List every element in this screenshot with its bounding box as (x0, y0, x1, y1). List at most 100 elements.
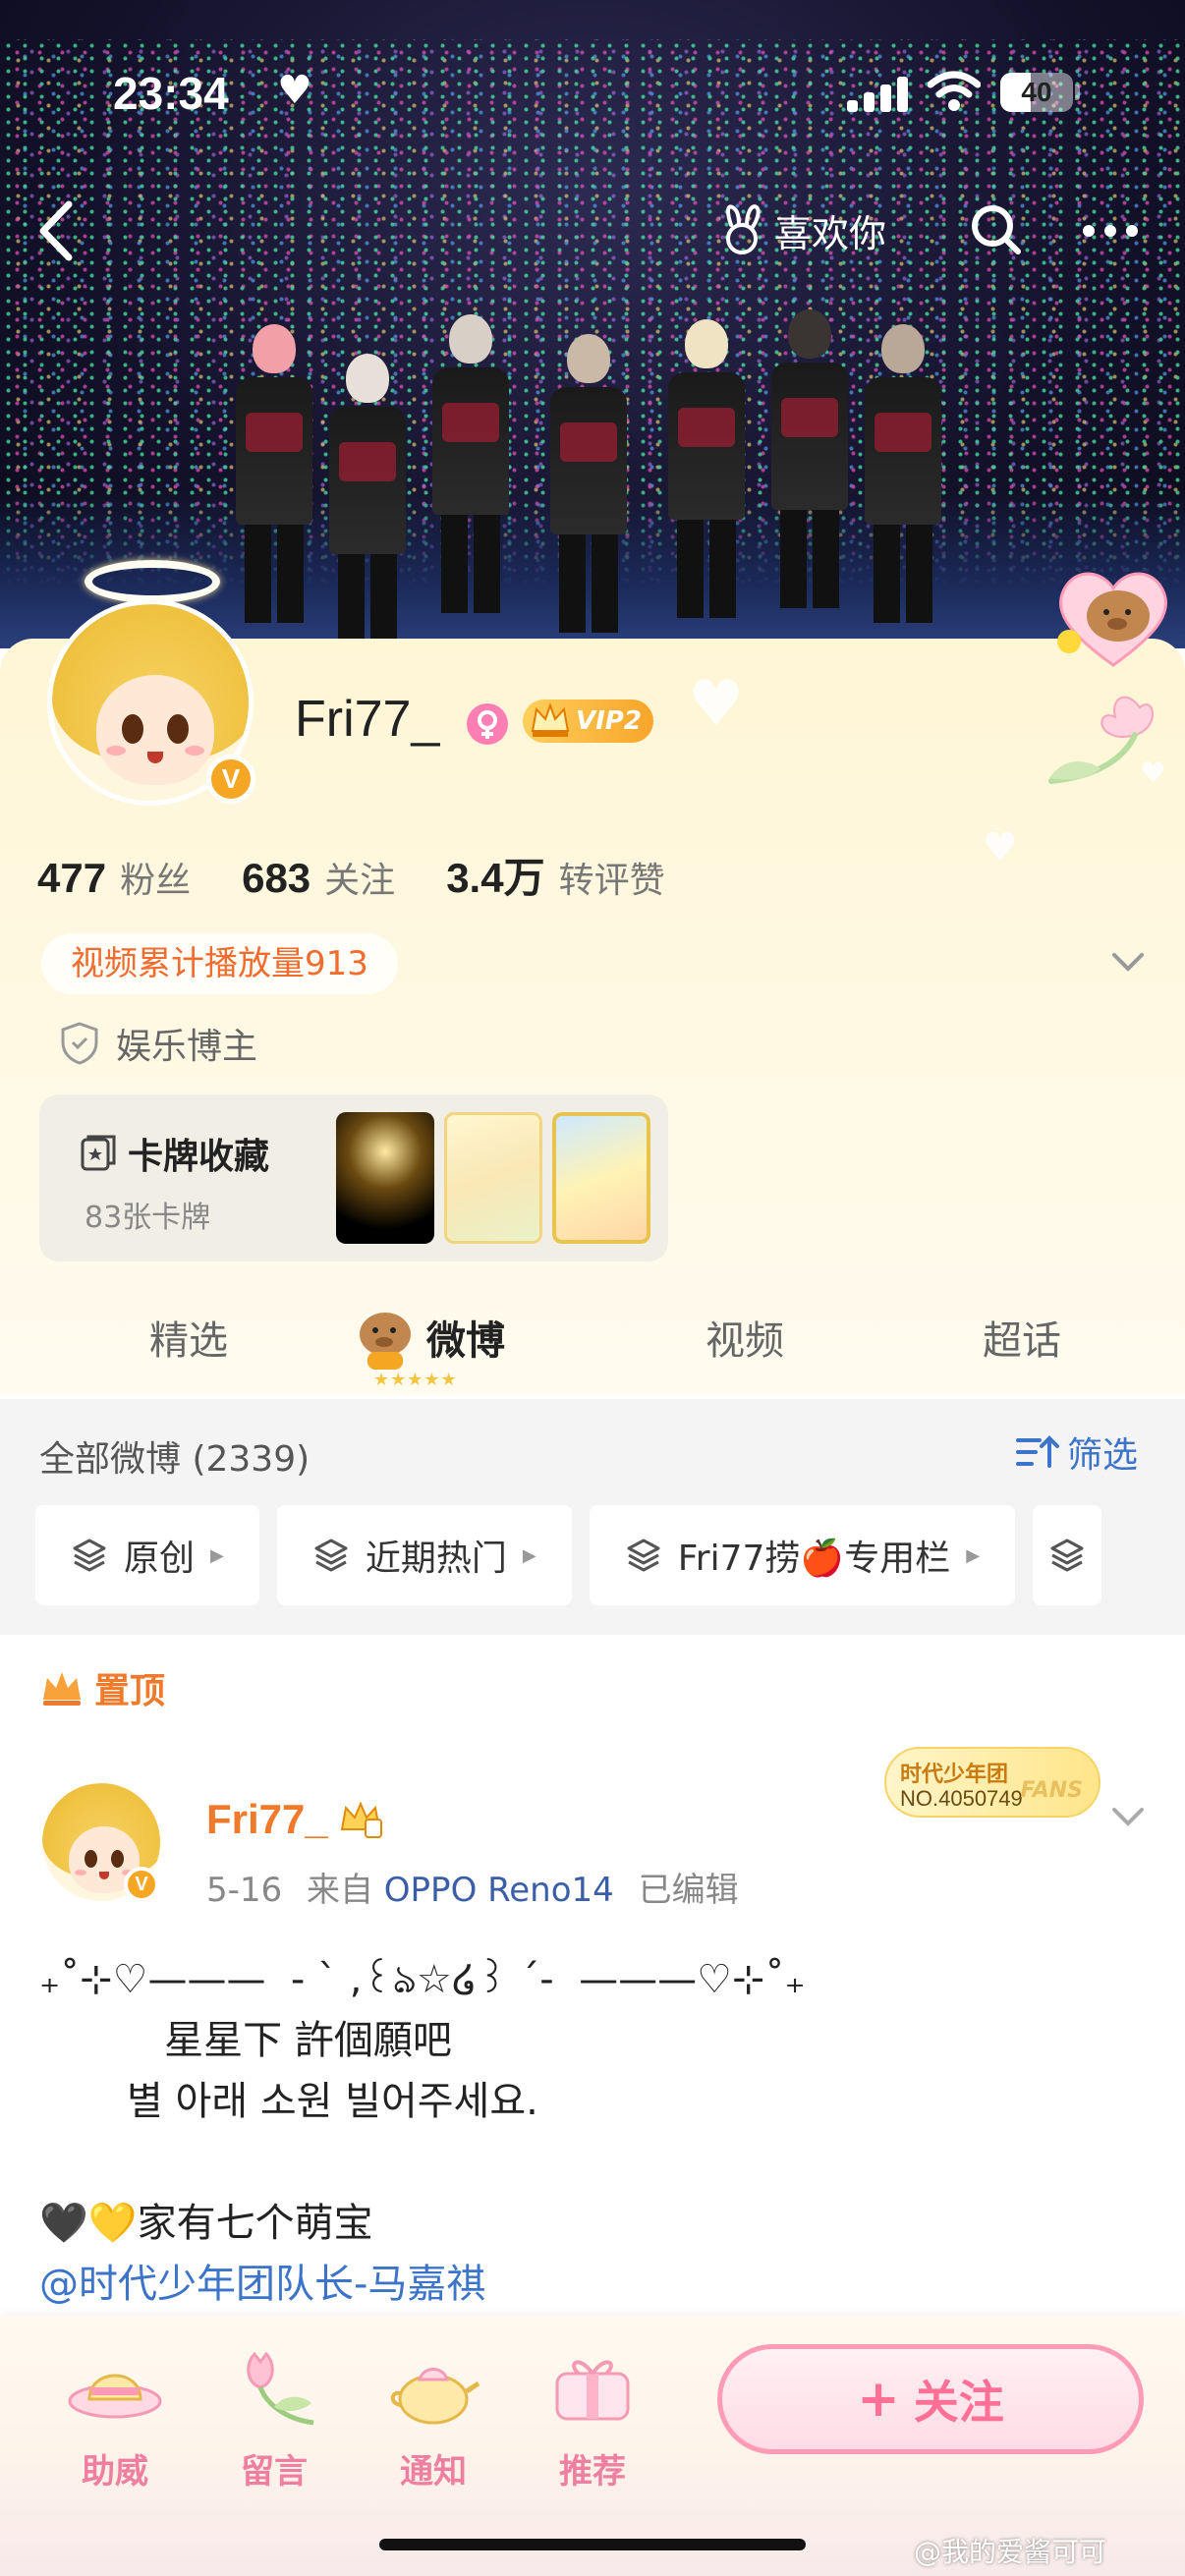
chip-label: 原创 (124, 1539, 196, 1579)
heart-icon: ♥ (277, 68, 312, 113)
back-icon[interactable] (29, 196, 85, 265)
tulip-decoration-icon (1048, 696, 1155, 784)
post-line: 🖤💛家有七个萌宝 (39, 2201, 373, 2246)
card-thumbnail[interactable] (444, 1112, 542, 1244)
video-play-count[interactable]: 视频累计播放量913 (41, 933, 398, 994)
post-device[interactable]: OPPO Reno14 (384, 1871, 614, 1910)
like-you-label: 喜欢你 (774, 211, 887, 255)
female-gender-icon (467, 703, 508, 745)
chevron-down-icon[interactable] (1108, 947, 1148, 977)
feed-title: 全部微博 (2339) (39, 1439, 310, 1480)
post-line (39, 2132, 1150, 2193)
post-line: 별 아래 소원 빌어주세요. (39, 2079, 538, 2124)
caret-right-icon: ▶ (210, 1544, 224, 1566)
chip-custom-column[interactable]: Fri77捞🍎专用栏 ▶ (589, 1505, 1016, 1605)
recommend-button[interactable]: 推荐 (529, 2344, 656, 2492)
star-underline: ★★★★★ (373, 1370, 458, 1390)
member-figure (668, 319, 745, 648)
verified-badge-icon: V (206, 755, 255, 804)
battery-level: 40 (1021, 77, 1052, 107)
bunny-icon (726, 204, 761, 254)
tab-featured[interactable]: 精选 (149, 1309, 228, 1366)
cards-count: 83张卡牌 (85, 1201, 211, 1235)
vip-crown-icon (340, 1801, 382, 1838)
filter-button[interactable]: 筛选 (1016, 1427, 1138, 1478)
caret-right-icon: ▶ (522, 1544, 536, 1566)
fans-badge[interactable]: 时代少年团 NO.4050749 FANS (884, 1747, 1100, 1818)
battery-icon: 40 (1000, 73, 1073, 112)
post-meta: 5-16 来自 OPPO Reno14 已编辑 (206, 1863, 739, 1911)
role-label: 娱乐博主 (116, 1027, 258, 1067)
profile-username: Fri77_ (295, 691, 440, 748)
decor-heart: ♥ (688, 668, 745, 741)
post-source-label: 来自 (306, 1871, 373, 1910)
profile-avatar[interactable]: V (28, 550, 273, 815)
teapot-icon (390, 2368, 480, 2425)
cheer-button[interactable]: 助威 (51, 2344, 179, 2492)
chip-label: 近期热门 (365, 1539, 507, 1579)
member-figure (432, 314, 509, 648)
cheer-label: 助威 (82, 2452, 148, 2492)
status-bar: 23:34 ♥ 40 (0, 0, 1185, 187)
message-button[interactable]: 留言 (210, 2344, 338, 2492)
card-thumbnail[interactable] (336, 1112, 434, 1244)
stat-interactions[interactable]: 3.4万 转评赞 (446, 845, 664, 905)
follow-button[interactable]: + 关注 (717, 2344, 1144, 2454)
profile-stats: 477 粉丝 683 关注 3.4万 转评赞 (37, 845, 716, 905)
post-line: ₊˚⊹♡——— - ` ,꒰ঌ☆໒꒱ ´- ———♡⊹˚₊ (39, 1957, 806, 2002)
feed-header: 全部微博 (2339) 筛选 原创 ▶ 近期热门 ▶ Fri77捞🍎专用栏 ▶ (0, 1399, 1185, 1635)
pinned-text: 置顶 (94, 1671, 166, 1711)
card-thumbnail[interactable] (552, 1112, 650, 1244)
post-mention[interactable]: @时代少年团队长-马嘉祺 (39, 2254, 1150, 2315)
recommend-label: 推荐 (559, 2452, 626, 2492)
card-collection[interactable]: 卡牌收藏 83张卡牌 (39, 1094, 668, 1261)
signal-icon (847, 77, 908, 112)
wifi-icon (928, 71, 981, 111)
pinned-label: 置顶 (39, 1662, 165, 1713)
verified-badge-icon: V (124, 1867, 159, 1902)
tab-video[interactable]: 视频 (705, 1309, 784, 1366)
profile-tabs: 精选 微博 ★★★★★ 视频 超话 (0, 1287, 1185, 1395)
chip-recent-hot[interactable]: 近期热门 ▶ (276, 1505, 572, 1605)
member-figure (865, 324, 941, 648)
capybara-icon (360, 1313, 411, 1370)
crown-icon (531, 702, 570, 737)
fans-label: FANS (1020, 1778, 1083, 1803)
post-avatar[interactable]: V (39, 1768, 167, 1906)
search-icon[interactable] (969, 202, 1024, 257)
group-photo (236, 295, 943, 648)
vip-badge[interactable]: VIP2 (523, 700, 653, 743)
member-figure (771, 309, 848, 648)
stat-followers[interactable]: 477 粉丝 (37, 852, 191, 903)
caret-right-icon: ▶ (966, 1544, 981, 1566)
stat-following[interactable]: 683 关注 (242, 852, 395, 903)
post-author[interactable]: Fri77_ (206, 1796, 328, 1843)
fans-team: 时代少年团 (900, 1763, 1009, 1787)
decor-heart: ♥ (983, 825, 1018, 870)
chevron-down-icon[interactable] (1108, 1802, 1148, 1831)
vip-level: VIP2 (576, 706, 642, 736)
notify-label: 通知 (400, 2452, 467, 2492)
message-label: 留言 (241, 2452, 308, 2492)
like-you-button[interactable]: 喜欢你 (717, 198, 886, 261)
category-chips: 原创 ▶ 近期热门 ▶ Fri77捞🍎专用栏 ▶ (35, 1505, 1102, 1605)
layers-icon (1050, 1539, 1084, 1572)
more-icon[interactable] (1081, 221, 1140, 241)
creator-role[interactable]: 娱乐博主 (59, 1018, 257, 1069)
home-indicator[interactable] (379, 2539, 806, 2550)
layers-icon (314, 1539, 348, 1572)
chip-more[interactable] (1033, 1505, 1102, 1605)
member-figure (550, 334, 627, 648)
filter-icon (1016, 1435, 1059, 1468)
chip-label: Fri77捞🍎专用栏 (677, 1539, 951, 1579)
chip-original[interactable]: 原创 ▶ (35, 1505, 259, 1605)
post-content[interactable]: ₊˚⊹♡——— - ` ,꒰ঌ☆໒꒱ ´- ———♡⊹˚₊ 星星下 許個願吧 별… (39, 1949, 1150, 2315)
tab-weibo[interactable]: 微博 (426, 1309, 505, 1366)
post-line: 星星下 許個願吧 (39, 2018, 452, 2063)
notify-button[interactable]: 通知 (369, 2344, 497, 2492)
post-date: 5-16 (206, 1871, 283, 1910)
tab-supertopic[interactable]: 超话 (983, 1309, 1061, 1366)
plus-icon: + (857, 2370, 900, 2429)
follow-label: 关注 (913, 2376, 1004, 2429)
watermark: @我的爱酱可可 (914, 2536, 1107, 2568)
